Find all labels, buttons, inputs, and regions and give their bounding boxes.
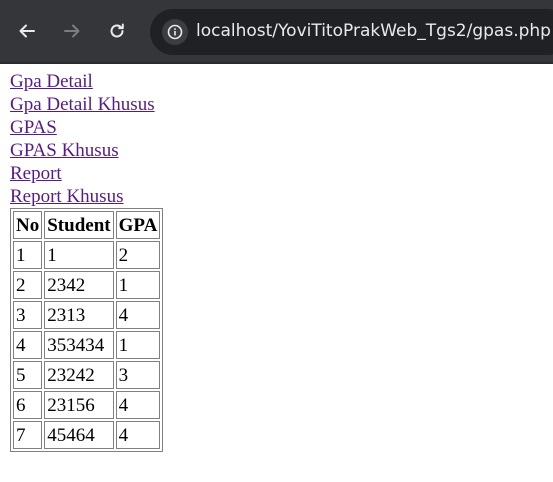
header-student: Student (44, 211, 114, 239)
cell-no: 5 (13, 361, 43, 389)
nav-links: Gpa Detail Gpa Detail Khusus GPAS GPAS K… (10, 70, 163, 208)
table-row: 5 23242 3 (13, 361, 161, 389)
cell-no: 1 (13, 241, 43, 269)
cell-gpa: 4 (115, 301, 161, 329)
table-row: 1 1 2 (13, 241, 161, 269)
link-report-khusus[interactable]: Report Khusus (10, 185, 163, 208)
table-row: 7 45464 4 (13, 421, 161, 449)
cell-student: 2342 (44, 271, 114, 299)
cell-student: 45464 (44, 421, 114, 449)
link-gpa-detail[interactable]: Gpa Detail (10, 70, 163, 93)
cell-student: 23242 (44, 361, 114, 389)
table-row: 3 2313 4 (13, 301, 161, 329)
header-no: No (13, 211, 43, 239)
link-gpas-khusus[interactable]: GPAS Khusus (10, 139, 163, 162)
toolbar-divider (0, 62, 553, 64)
cell-no: 7 (13, 421, 43, 449)
site-info-button[interactable] (162, 19, 188, 45)
url-text[interactable]: localhost/YoviTitoPrakWeb_Tgs2/gpas.php (196, 21, 551, 41)
header-gpa: GPA (115, 211, 161, 239)
cell-gpa: 1 (115, 271, 161, 299)
cell-no: 2 (13, 271, 43, 299)
arrow-right-icon (64, 24, 80, 38)
cell-gpa: 3 (115, 361, 161, 389)
browser-toolbar: localhost/YoviTitoPrakWeb_Tgs2/gpas.php (0, 0, 553, 62)
cell-no: 4 (13, 331, 43, 359)
table-row: 6 23156 4 (13, 391, 161, 419)
cell-student: 353434 (44, 331, 114, 359)
cell-gpa: 4 (115, 421, 161, 449)
reload-icon (110, 23, 124, 38)
link-report[interactable]: Report (10, 162, 163, 185)
forward-button[interactable] (56, 15, 88, 47)
table-header-row: No Student GPA (13, 211, 161, 239)
table-row: 4 353434 1 (13, 331, 161, 359)
cell-gpa: 1 (115, 331, 161, 359)
reload-button[interactable] (101, 15, 133, 47)
cell-gpa: 2 (115, 241, 161, 269)
cell-no: 3 (13, 301, 43, 329)
link-gpas[interactable]: GPAS (10, 116, 163, 139)
cell-student: 23156 (44, 391, 114, 419)
cell-student: 1 (44, 241, 114, 269)
table-row: 2 2342 1 (13, 271, 161, 299)
gpas-table: No Student GPA 1 1 2 2 2342 1 3 2313 4 4… (10, 208, 164, 452)
page-content: Gpa Detail Gpa Detail Khusus GPAS GPAS K… (10, 70, 164, 452)
cell-gpa: 4 (115, 391, 161, 419)
link-gpa-detail-khusus[interactable]: Gpa Detail Khusus (10, 93, 163, 116)
address-bar[interactable]: localhost/YoviTitoPrakWeb_Tgs2/gpas.php (150, 9, 553, 55)
site-info-icon (167, 24, 183, 40)
back-button[interactable] (11, 15, 43, 47)
cell-no: 6 (13, 391, 43, 419)
arrow-left-icon (19, 24, 35, 38)
cell-student: 2313 (44, 301, 114, 329)
